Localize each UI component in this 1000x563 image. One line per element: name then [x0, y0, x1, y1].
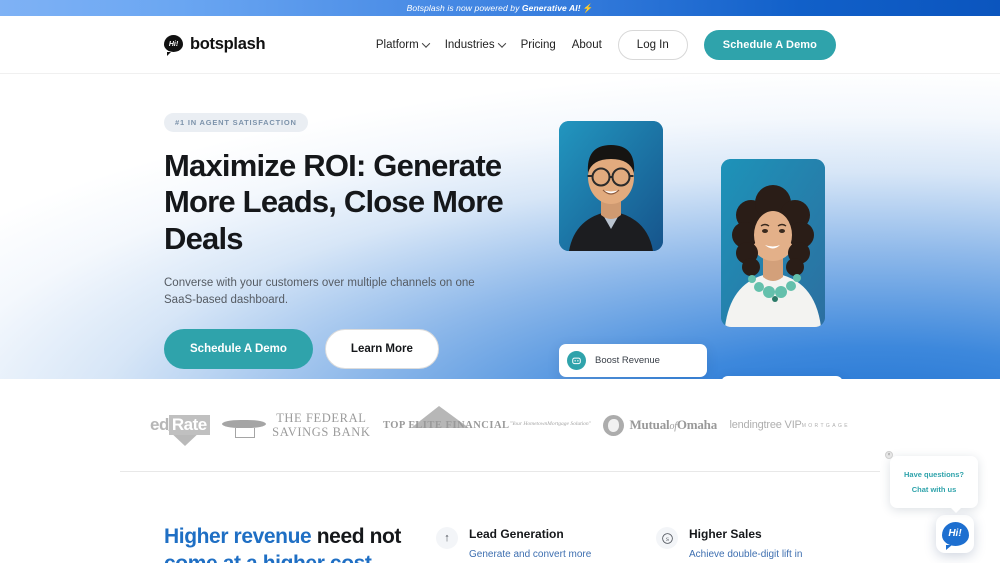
hero-schedule-demo-button[interactable]: Schedule A Demo	[164, 329, 313, 369]
logo-federal-line1: THE FEDERAL	[272, 411, 370, 425]
lightning-bolt-icon: ⚡	[583, 3, 594, 13]
portrait-male-photo	[559, 121, 663, 251]
logo-lendingtree-line2: MORTGAGE	[802, 423, 850, 429]
announcement-highlight: Generative AI!	[522, 3, 581, 13]
nav-item-about-label: About	[572, 39, 602, 51]
chat-tooltip-line1: Have questions?	[904, 467, 964, 482]
announcement-prefix: Botsplash is now powered by	[407, 3, 522, 13]
value-props-heading: Higher revenue need not come at a higher…	[164, 524, 411, 563]
hero-learn-more-button[interactable]: Learn More	[325, 329, 439, 369]
chat-tooltip-line2: Chat with us	[904, 482, 964, 497]
logo-guaranteed-rate-text-b: Rate	[169, 415, 210, 435]
hero-card-boost-revenue-label: Boost Revenue	[595, 355, 660, 366]
logo-guaranteed-rate: edRate	[150, 415, 210, 435]
nav-item-pricing-label: Pricing	[521, 39, 556, 51]
logo-top-flite-financial: TOP FLITE FINANCIAL "Your Hometown Mortg…	[383, 420, 591, 431]
value-props-section: Higher revenue need not come at a higher…	[0, 472, 1000, 563]
nav-item-about[interactable]: About	[572, 39, 602, 51]
announcement-text: Botsplash is now powered by Generative A…	[407, 3, 594, 14]
dollar-circle-icon: S	[656, 527, 678, 549]
logo-mutual-part2: Omaha	[677, 417, 717, 432]
feature-lead-generation-title: Lead Generation	[469, 527, 591, 541]
chat-tooltip[interactable]: × Have questions? Chat with us	[890, 456, 978, 508]
chat-launcher-text: Hi!	[948, 528, 961, 541]
value-props-heading-blue: Higher revenue	[164, 525, 311, 548]
hero-subheading: Converse with your customers over multip…	[164, 275, 504, 310]
svg-text:S: S	[665, 536, 668, 542]
chat-launcher-button[interactable]: Hi!	[936, 515, 974, 553]
feature-lead-generation: ↑ Lead Generation Generate and convert m…	[436, 527, 616, 563]
hero-badge: #1 IN AGENT SATISFACTION	[164, 113, 308, 132]
nav-item-platform-label: Platform	[376, 39, 419, 51]
chevron-down-icon	[497, 39, 505, 47]
announcement-banner[interactable]: Botsplash is now powered by Generative A…	[0, 0, 1000, 16]
nav-item-industries[interactable]: Industries	[445, 39, 505, 51]
nav-links-group: Platform Industries Pricing About Log In…	[376, 30, 836, 60]
portrait-female-photo	[721, 159, 825, 327]
logo-lendingtree-vip: lendingtree VIP MORTGAGE	[729, 419, 850, 431]
chat-robot-icon	[567, 351, 586, 370]
main-navbar: Hi! botsplash Platform Industries Pricin…	[0, 16, 1000, 74]
brand-mark-text: Hi!	[164, 35, 183, 54]
hero-section: #1 IN AGENT SATISFACTION Maximize ROI: G…	[0, 74, 1000, 379]
logo-mutual-of: of	[669, 421, 676, 432]
logo-topflite-title: TOP FLITE FINANCIAL	[383, 420, 510, 431]
logo-the-federal-savings-bank: THE FEDERAL SAVINGS BANK	[222, 411, 370, 440]
logo-mutual-part1: Mutual	[629, 417, 669, 432]
logo-guaranteed-rate-text-a: ed	[150, 415, 169, 435]
feature-higher-sales-desc: Achieve double-digit lift in	[689, 548, 802, 563]
value-props-features: ↑ Lead Generation Generate and convert m…	[436, 524, 836, 563]
login-button[interactable]: Log In	[618, 30, 688, 60]
botsplash-bubble-icon: Hi!	[164, 35, 183, 54]
lion-icon	[603, 415, 624, 436]
hero-cta-group: Schedule A Demo Learn More	[164, 329, 514, 369]
hero-heading: Maximize ROI: Generate More Leads, Close…	[164, 148, 509, 257]
chevron-down-icon	[421, 39, 429, 47]
brand-logo[interactable]: Hi! botsplash	[164, 35, 265, 54]
chat-widget: × Have questions? Chat with us Hi!	[890, 456, 978, 553]
customer-logos-strip: edRate THE FEDERAL SAVINGS BANK TOP FLIT…	[0, 379, 1000, 471]
eagle-icon	[222, 412, 266, 438]
chat-bubble-icon: Hi!	[942, 522, 969, 546]
feature-higher-sales: S Higher Sales Achieve double-digit lift…	[656, 527, 836, 563]
brand-name: botsplash	[190, 35, 265, 54]
logo-federal-line2: SAVINGS BANK	[272, 425, 370, 439]
close-icon[interactable]: ×	[885, 451, 893, 459]
nav-item-pricing[interactable]: Pricing	[521, 39, 556, 51]
logo-lendingtree-line1: lendingtree VIP	[729, 419, 801, 431]
value-props-heading-wrap: Higher revenue need not come at a higher…	[164, 524, 411, 563]
logo-topflite-tagline2: Mortgage Solution"	[547, 421, 591, 428]
nav-schedule-demo-button[interactable]: Schedule A Demo	[704, 30, 836, 60]
value-props-heading-black: need not	[311, 525, 401, 548]
logo-mutual-of-omaha: MutualofOmaha	[603, 415, 717, 436]
hero-portrait-male	[559, 121, 663, 251]
arrow-up-icon: ↑	[436, 527, 458, 549]
hero-copy: #1 IN AGENT SATISFACTION Maximize ROI: G…	[164, 112, 514, 369]
hero-card-boost-revenue[interactable]: Boost Revenue	[559, 344, 707, 377]
value-props-heading-line2: come at a higher cost	[164, 552, 372, 563]
logo-topflite-tagline1: "Your Hometown	[510, 421, 548, 428]
hero-portrait-female	[721, 159, 825, 327]
nav-item-platform[interactable]: Platform	[376, 39, 429, 51]
nav-item-industries-label: Industries	[445, 39, 495, 51]
feature-higher-sales-title: Higher Sales	[689, 527, 802, 541]
feature-lead-generation-desc: Generate and convert more	[469, 548, 591, 563]
